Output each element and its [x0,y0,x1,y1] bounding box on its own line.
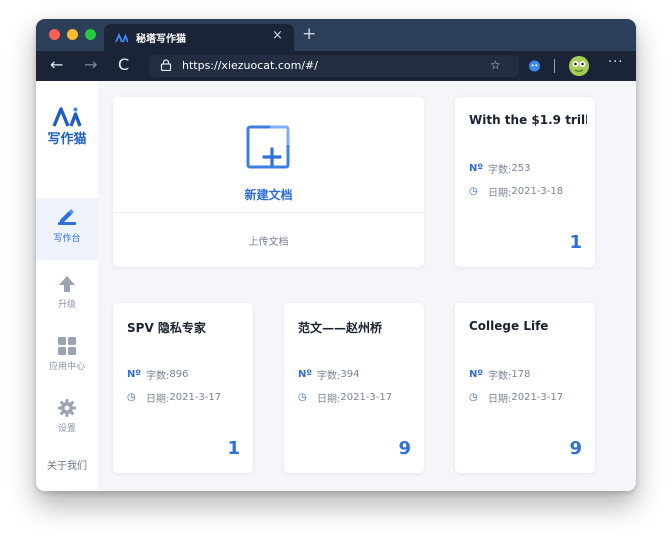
xiezuocat-logo-icon [52,107,82,127]
document-card[interactable]: With the $1.9 trilli Nº 字数: 253 ◷ 日期: 2021… [455,97,595,267]
gear-icon [58,399,76,417]
page-content: 写作猫 写作台 升级 应用中心 设置 关于我们 新建文档 上传文档 With t… [36,81,636,491]
upload-document-button[interactable]: 上传文档 [113,233,424,248]
document-title: With the $1.9 trilli [469,113,587,127]
date-value: 2021-3-17 [511,392,564,403]
number-icon: Nº [469,163,484,174]
browser-tab[interactable]: 秘塔写作猫 × [104,24,294,51]
more-menu-button[interactable]: ··· [608,55,623,70]
sidebar-item-workspace[interactable]: 写作台 [36,198,98,260]
date-row: ◷ 日期: 2021-3-17 [298,390,392,405]
document-count: 1 [569,232,582,253]
word-count-value: 253 [511,163,531,174]
arrow-up-icon [59,276,75,292]
document-title: SPV 隐私专家 [127,321,206,335]
back-button[interactable]: ← [50,56,63,74]
toolbar-separator [554,59,555,73]
number-icon: Nº [127,369,142,380]
date-value: 2021-3-18 [511,186,564,197]
sidebar-item-label: 升级 [57,300,76,310]
forward-button[interactable]: → [84,56,97,74]
document-title: College Life [469,319,549,333]
document-count: 1 [227,438,240,459]
new-tab-button[interactable]: + [302,25,316,43]
date-value: 2021-3-17 [340,392,393,403]
sidebar-item-upgrade[interactable]: 升级 [36,275,98,325]
date-row: ◷ 日期: 2021-3-17 [127,390,221,405]
url-text[interactable]: https://xiezuocat.com/#/ [182,59,318,72]
close-window-button[interactable] [49,29,60,40]
word-count-value: 394 [340,369,360,380]
new-document-card[interactable]: 新建文档 上传文档 [113,97,424,267]
document-title: 范文——赵州桥 [298,321,383,335]
lock-icon [160,59,172,71]
document-card[interactable]: SPV 隐私专家 Nº 字数: 896 ◷ 日期: 2021-3-17 1 [113,303,253,473]
word-count-row: Nº 字数: 896 [127,367,188,382]
date-row: ◷ 日期: 2021-3-18 [469,184,563,199]
word-count-label: 字数: [317,371,341,382]
word-count-label: 字数: [488,371,512,382]
new-document-label[interactable]: 新建文档 [113,186,424,203]
number-icon: Nº [298,369,313,380]
date-label: 日期: [146,394,170,405]
about-us-link[interactable]: 关于我们 [36,457,98,472]
clock-icon: ◷ [469,392,478,403]
favorite-star-icon[interactable]: ☆ [490,58,501,72]
title-bar: 秘塔写作猫 × + [36,19,636,51]
sidebar: 写作猫 写作台 升级 应用中心 设置 关于我们 [36,81,98,491]
document-card[interactable]: College Life Nº 字数: 178 ◷ 日期: 2021-3-17 9 [455,303,595,473]
word-count-row: Nº 字数: 253 [469,161,530,176]
word-count-row: Nº 字数: 178 [469,367,530,382]
document-card[interactable]: 范文——赵州桥 Nº 字数: 394 ◷ 日期: 2021-3-17 9 [284,303,424,473]
browser-window: 秘塔写作猫 × + ← → C https://xiezuocat.com/#/… [36,19,636,491]
word-count-value: 896 [169,369,189,380]
date-label: 日期: [317,394,341,405]
document-count: 9 [398,438,411,459]
word-count-label: 字数: [146,371,170,382]
minimize-window-button[interactable] [67,29,78,40]
clock-icon: ◷ [127,392,136,403]
word-count-label: 字数: [488,165,512,176]
date-label: 日期: [488,394,512,405]
frog-avatar-icon [569,56,589,76]
word-count-row: Nº 字数: 394 [298,367,359,382]
card-divider [113,212,424,213]
reload-button[interactable]: C [118,56,129,74]
address-toolbar: ← → C https://xiezuocat.com/#/ ☆ ··· [36,51,636,81]
sidebar-item-label: 写作台 [53,234,81,244]
extension-icon[interactable] [528,59,541,72]
xiezuocat-favicon-icon [115,33,128,43]
maximize-window-button[interactable] [85,29,96,40]
date-value: 2021-3-17 [169,392,222,403]
document-count: 9 [569,438,582,459]
clock-icon: ◷ [298,392,307,403]
profile-avatar[interactable] [569,56,589,76]
tab-title: 秘塔写作猫 [136,34,186,45]
tab-close-button[interactable]: × [272,28,283,44]
sidebar-item-label: 应用中心 [48,362,85,372]
clock-icon: ◷ [469,186,478,197]
grid-icon [58,337,76,355]
sidebar-item-label: 设置 [57,424,76,434]
logo-text: 写作猫 [47,132,87,147]
date-label: 日期: [488,188,512,199]
new-document-icon [246,125,290,169]
pen-icon [58,209,76,225]
word-count-value: 178 [511,369,531,380]
number-icon: Nº [469,369,484,380]
sidebar-item-settings[interactable]: 设置 [36,399,98,449]
date-row: ◷ 日期: 2021-3-17 [469,390,563,405]
sidebar-item-app-center[interactable]: 应用中心 [36,337,98,387]
